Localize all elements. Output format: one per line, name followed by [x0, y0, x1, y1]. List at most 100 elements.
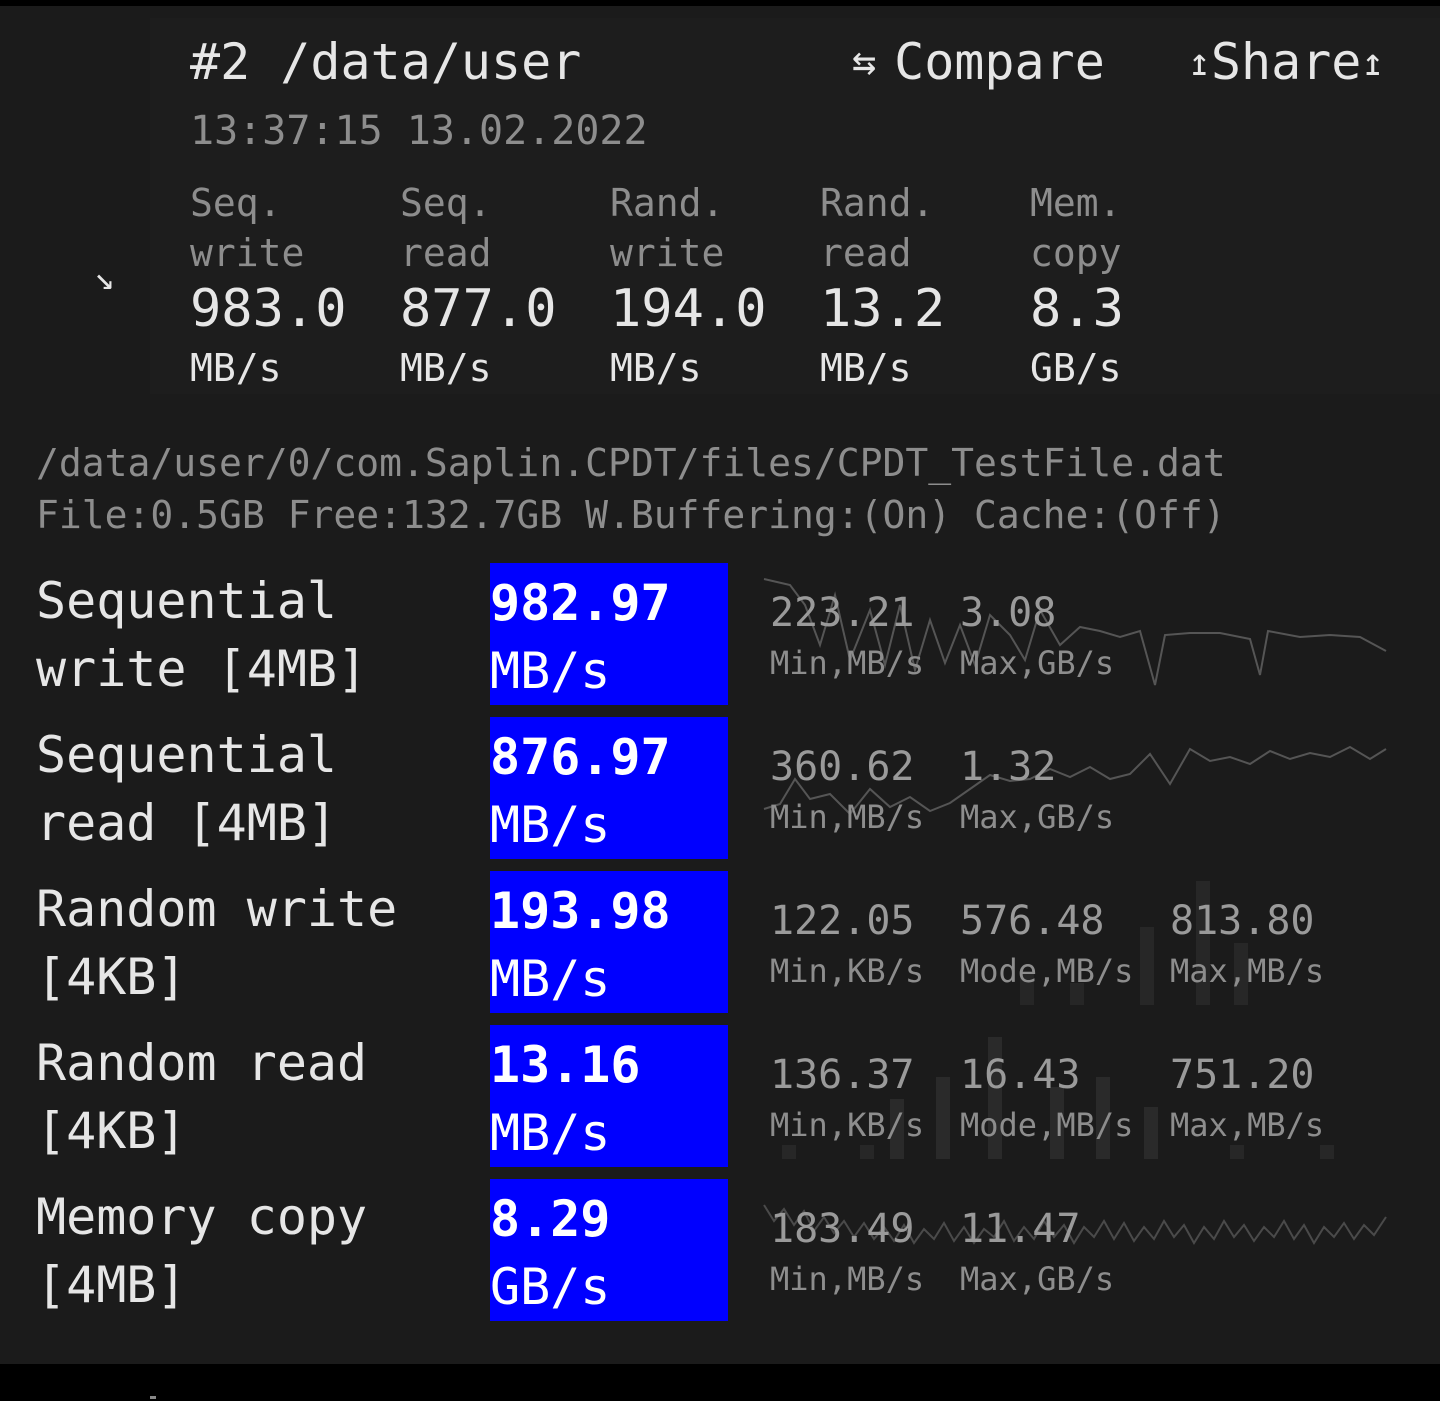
summary-seq-write: Seq. write 983.0 MB/s [190, 178, 390, 396]
swap-arrows-icon: ⇆ [852, 39, 877, 85]
summary-unit: GB/s [1030, 346, 1122, 390]
test-unit: MB/s [490, 950, 611, 1008]
arrow-down-right-icon[interactable]: ↘ [94, 258, 134, 298]
test-unit: GB/s [490, 1258, 611, 1316]
stat-min: 122.05 Min,KB/s [770, 895, 924, 995]
summary-unit: MB/s [400, 346, 492, 390]
stat-label: Max,GB/s [960, 644, 1115, 682]
test-row-seq-read[interactable]: Sequential read [4MB] 876.97 MB/s 360.62 … [0, 717, 1440, 859]
test-name-line: read [4MB] [36, 794, 338, 852]
stat-value: 576.48 [960, 898, 1105, 944]
stat-min: 183.49 Min,MB/s [770, 1203, 924, 1303]
test-name-line: Random write [36, 880, 398, 938]
test-name-line: Random read [36, 1034, 368, 1092]
stat-value: 813.80 [1170, 898, 1315, 944]
compare-button[interactable]: ⇆ Compare [852, 32, 1105, 92]
stat-value: 122.05 [770, 898, 915, 944]
test-row-seq-write[interactable]: Sequential write [4MB] 982.97 MB/s 223.21… [0, 563, 1440, 705]
summary-label: Seq. [190, 181, 282, 225]
stat-value: 751.20 [1170, 1052, 1315, 1098]
test-name-line: write [4MB] [36, 640, 368, 698]
stat-mode: 576.48 Mode,MB/s [960, 895, 1133, 995]
summary-mem-copy: Mem. copy 8.3 GB/s [1030, 178, 1230, 396]
stat-max: 751.20 Max,MB/s [1170, 1049, 1324, 1149]
stat-min: 136.37 Min,KB/s [770, 1049, 924, 1149]
summary-label: copy [1030, 231, 1122, 275]
summary-label: write [190, 231, 305, 275]
test-value-box: 193.98 MB/s [490, 871, 728, 1013]
summary-unit: MB/s [610, 346, 702, 390]
test-name: Sequential read [4MB] [36, 721, 337, 857]
stat-label: Min,MB/s [770, 1260, 925, 1298]
test-name-line: [4KB] [36, 1102, 187, 1160]
test-name: Memory copy [4MB] [36, 1183, 367, 1319]
stat-label: Max,GB/s [960, 1260, 1115, 1298]
test-file-path: /data/user/0/com.Saplin.CPDT/files/CPDT_… [36, 441, 1226, 485]
test-unit: MB/s [490, 796, 611, 854]
summary-label: read [820, 231, 912, 275]
test-value: 876.97 [490, 728, 671, 786]
stat-value: 11.47 [960, 1206, 1081, 1252]
test-name-line: Sequential [36, 726, 338, 784]
summary-value: 877.0 [400, 279, 557, 339]
test-value: 13.16 [490, 1036, 641, 1094]
summary-seq-read: Seq. read 877.0 MB/s [400, 178, 600, 396]
app-screen: ↘ #2 /data/user ⇆ Compare ↥ Share ↥ 13:3… [0, 6, 1440, 1364]
bottom-divider-mark [150, 1396, 156, 1399]
summary-label: read [400, 231, 492, 275]
share-button[interactable]: ↥ Share ↥ [1188, 32, 1384, 92]
stat-label: Mode,MB/s [960, 1106, 1134, 1144]
test-file-details: File:0.5GB Free:132.7GB W.Buffering:(On)… [36, 493, 1226, 537]
stat-label: Min,MB/s [770, 644, 925, 682]
test-value: 193.98 [490, 882, 671, 940]
stat-max: 813.80 Max,MB/s [1170, 895, 1324, 995]
stat-value: 136.37 [770, 1052, 915, 1098]
test-name: Random write [4KB] [36, 875, 397, 1011]
stat-max: 11.47 Max,GB/s [960, 1203, 1114, 1303]
test-name: Random read [4KB] [36, 1029, 367, 1165]
share-arrow-icon: ↥ [1361, 40, 1385, 84]
test-value-box: 13.16 MB/s [490, 1025, 728, 1167]
stat-min: 223.21 Min,MB/s [770, 587, 924, 687]
test-name-line: [4MB] [36, 1256, 187, 1314]
test-value-box: 8.29 GB/s [490, 1179, 728, 1321]
summary-unit: MB/s [190, 346, 282, 390]
compare-label: Compare [894, 33, 1105, 91]
summary-label: Rand. [820, 181, 935, 225]
share-label: Share [1210, 33, 1362, 91]
test-value: 8.29 [490, 1190, 611, 1248]
test-unit: MB/s [490, 1104, 611, 1162]
stat-mode: 16.43 Mode,MB/s [960, 1049, 1133, 1149]
summary-label: Mem. [1030, 181, 1122, 225]
stat-value: 183.49 [770, 1206, 915, 1252]
stat-label: Min,MB/s [770, 798, 925, 836]
test-name-line: Sequential [36, 572, 338, 630]
summary-value: 8.3 [1030, 279, 1124, 339]
stat-label: Max,MB/s [1170, 1106, 1325, 1144]
stat-max: 1.32 Max,GB/s [960, 741, 1114, 841]
summary-rand-read: Rand. read 13.2 MB/s [820, 178, 1020, 396]
summary-value: 983.0 [190, 279, 347, 339]
summary-value: 13.2 [820, 279, 946, 339]
stat-max: 3.08 Max,GB/s [960, 587, 1114, 687]
stat-label: Min,KB/s [770, 1106, 925, 1144]
stat-label: Max,GB/s [960, 798, 1115, 836]
summary-label: write [610, 231, 725, 275]
stat-label: Max,MB/s [1170, 952, 1325, 990]
summary-value: 194.0 [610, 279, 767, 339]
stat-value: 3.08 [960, 590, 1057, 636]
share-arrow-icon: ↥ [1188, 40, 1211, 84]
result-title: #2 /data/user [190, 33, 582, 91]
test-row-mem-copy[interactable]: Memory copy [4MB] 8.29 GB/s 183.49 Min,MB… [0, 1179, 1440, 1321]
stat-value: 360.62 [770, 744, 915, 790]
stat-value: 16.43 [960, 1052, 1081, 1098]
test-value-box: 982.97 MB/s [490, 563, 728, 705]
stat-label: Mode,MB/s [960, 952, 1134, 990]
stat-value: 1.32 [960, 744, 1057, 790]
stat-label: Min,KB/s [770, 952, 925, 990]
test-row-rand-read[interactable]: Random read [4KB] 13.16 MB/s 136.37 Min,K… [0, 1025, 1440, 1167]
test-row-rand-write[interactable]: Random write [4KB] 193.98 MB/s 122.05 Min… [0, 871, 1440, 1013]
test-name-line: [4KB] [36, 948, 187, 1006]
stat-value: 223.21 [770, 590, 915, 636]
test-name-line: Memory copy [36, 1188, 368, 1246]
